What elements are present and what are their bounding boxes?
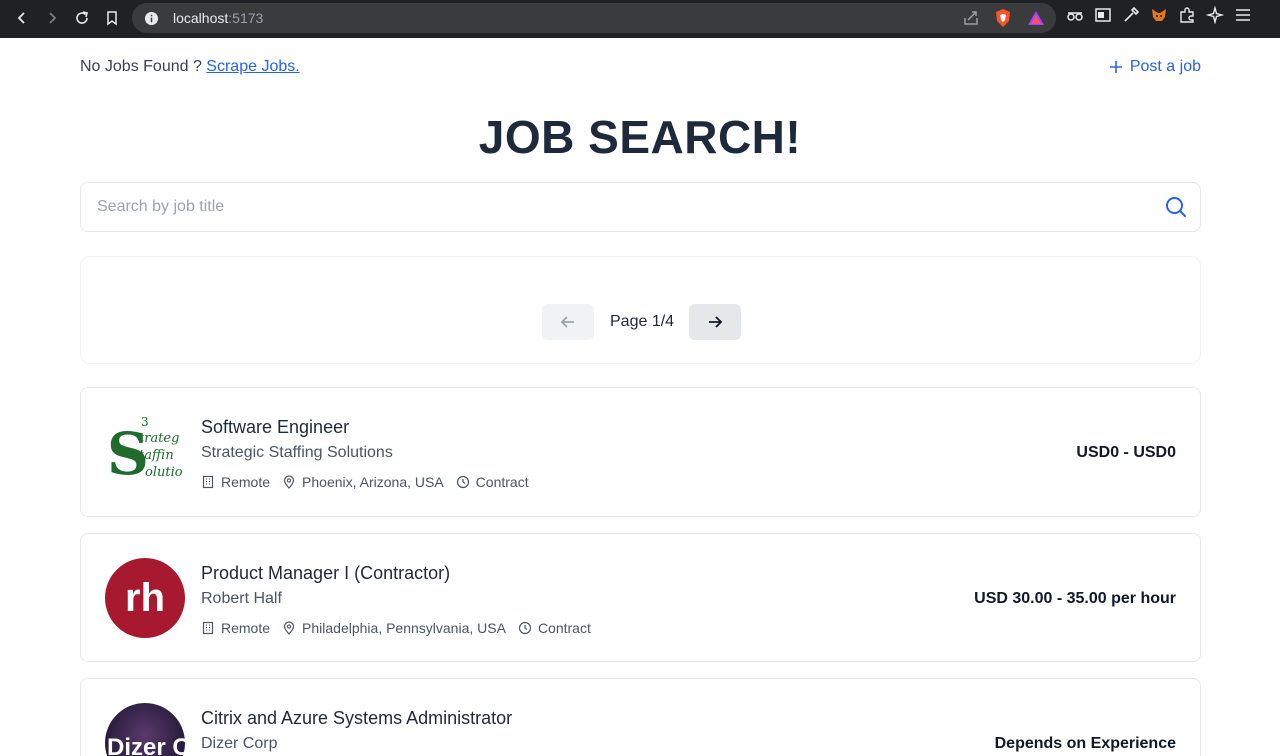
scrape-jobs-link[interactable]: Scrape Jobs. bbox=[206, 58, 299, 75]
forward-button[interactable] bbox=[37, 3, 67, 33]
url-host: localhost bbox=[173, 10, 229, 26]
reload-icon bbox=[76, 11, 88, 24]
job-company: Strategic Staffing Solutions bbox=[201, 444, 393, 461]
robert-half-logo-text: rh bbox=[125, 576, 165, 620]
top-row: No Jobs Found ? Scrape Jobs. Post a job bbox=[80, 58, 1201, 78]
employment-label: Contract bbox=[537, 620, 591, 636]
job-card[interactable]: Dizer C Citrix and Azure Systems Adminis… bbox=[80, 678, 1201, 756]
eyedropper-icon[interactable] bbox=[1122, 6, 1140, 24]
menu-icon[interactable] bbox=[1234, 6, 1252, 24]
job-location: Philadelphia, Pennsylvania, USA bbox=[282, 620, 506, 636]
site-info-icon[interactable] bbox=[144, 11, 159, 26]
job-location: Phoenix, Arizona, USA bbox=[282, 474, 444, 490]
browser-toolbar: localhost:5173 bbox=[0, 0, 1280, 38]
plus-icon bbox=[1109, 61, 1122, 73]
svg-text:taffin: taffin bbox=[139, 448, 174, 463]
company-logo-dizer-corp: Dizer C bbox=[105, 703, 185, 756]
map-pin-icon bbox=[283, 475, 295, 489]
sidebar-icon[interactable] bbox=[1094, 6, 1112, 24]
extension-icons bbox=[1066, 6, 1252, 24]
reload-button[interactable] bbox=[67, 3, 97, 33]
previous-page-button[interactable] bbox=[542, 304, 594, 340]
forward-arrow-icon bbox=[49, 12, 57, 24]
leo-ai-sparkle-icon[interactable] bbox=[1206, 6, 1224, 24]
work-type-label: Remote bbox=[221, 474, 271, 490]
brave-rewards-icon[interactable] bbox=[1026, 9, 1046, 27]
job-card[interactable]: rh Product Manager I (Contractor) Robert… bbox=[80, 533, 1201, 662]
clock-icon bbox=[456, 475, 469, 489]
job-meta: Remote Phoenix, Arizona, USA Contract bbox=[201, 474, 529, 490]
page-indicator: Page 1/4 bbox=[610, 313, 675, 330]
no-jobs-notice: No Jobs Found ? Scrape Jobs. bbox=[80, 58, 300, 76]
pagination-card: Page 1/4 bbox=[80, 256, 1201, 364]
job-title[interactable]: Software Engineer bbox=[201, 417, 349, 438]
map-pin-icon bbox=[283, 621, 295, 635]
arrow-left-icon bbox=[560, 316, 574, 328]
back-button[interactable] bbox=[7, 3, 37, 33]
dizer-logo-text: Dizer C bbox=[107, 734, 185, 756]
incognito-icon[interactable] bbox=[1066, 6, 1084, 24]
svg-text:3: 3 bbox=[141, 415, 149, 429]
job-title[interactable]: Citrix and Azure Systems Administrator bbox=[201, 708, 512, 729]
search-input[interactable] bbox=[97, 183, 1137, 231]
url-text: localhost:5173 bbox=[173, 10, 263, 26]
building-icon bbox=[202, 621, 214, 635]
share-icon[interactable] bbox=[962, 9, 980, 27]
job-salary: Depends on Experience bbox=[994, 735, 1176, 752]
company-logo-robert-half: rh bbox=[105, 558, 185, 638]
work-type-label: Remote bbox=[221, 620, 271, 636]
employment-label: Contract bbox=[475, 474, 529, 490]
employment-type: Contract bbox=[456, 474, 529, 490]
work-type: Remote bbox=[201, 474, 270, 490]
clock-icon bbox=[518, 621, 532, 635]
brave-shield-icon[interactable] bbox=[994, 8, 1012, 28]
search-box bbox=[80, 182, 1201, 232]
page-title: JOB SEARCH! bbox=[478, 111, 802, 163]
next-page-button[interactable] bbox=[689, 304, 741, 340]
bookmark-button[interactable] bbox=[97, 3, 127, 33]
work-type: Remote bbox=[201, 620, 270, 636]
job-card[interactable]: S trateg taffin olutio 3 Software Engine… bbox=[80, 387, 1201, 517]
job-salary: USD0 - USD0 bbox=[1076, 444, 1176, 461]
building-icon bbox=[202, 475, 214, 489]
location-label: Phoenix, Arizona, USA bbox=[302, 474, 444, 490]
address-bar[interactable]: localhost:5173 bbox=[132, 3, 1056, 33]
employment-type: Contract bbox=[518, 620, 591, 636]
extensions-puzzle-icon[interactable] bbox=[1178, 6, 1196, 24]
post-job-button[interactable]: Post a job bbox=[1108, 58, 1201, 76]
svg-text:olutio: olutio bbox=[145, 465, 183, 480]
job-company: Robert Half bbox=[201, 590, 282, 607]
job-salary: USD 30.00 - 35.00 per hour bbox=[974, 590, 1176, 607]
arrow-right-icon bbox=[709, 316, 723, 328]
post-job-label: Post a job bbox=[1129, 58, 1201, 75]
bookmark-icon bbox=[107, 11, 117, 26]
job-title[interactable]: Product Manager I (Contractor) bbox=[201, 563, 450, 584]
metamask-fox-icon[interactable] bbox=[1150, 6, 1168, 24]
job-meta: Remote Philadelphia, Pennsylvania, USA C… bbox=[201, 620, 591, 636]
job-company: Dizer Corp bbox=[201, 735, 278, 752]
search-icon[interactable] bbox=[1164, 195, 1188, 219]
url-port: :5173 bbox=[228, 10, 264, 26]
address-actions bbox=[962, 8, 1046, 28]
back-arrow-icon bbox=[17, 12, 25, 24]
svg-text:trateg: trateg bbox=[139, 431, 179, 446]
page-content: No Jobs Found ? Scrape Jobs. Post a job … bbox=[0, 38, 1280, 756]
no-jobs-text: No Jobs Found ? bbox=[80, 58, 207, 75]
location-label: Philadelphia, Pennsylvania, USA bbox=[302, 620, 506, 636]
company-logo-strategic-staffing: S trateg taffin olutio 3 bbox=[107, 415, 183, 488]
